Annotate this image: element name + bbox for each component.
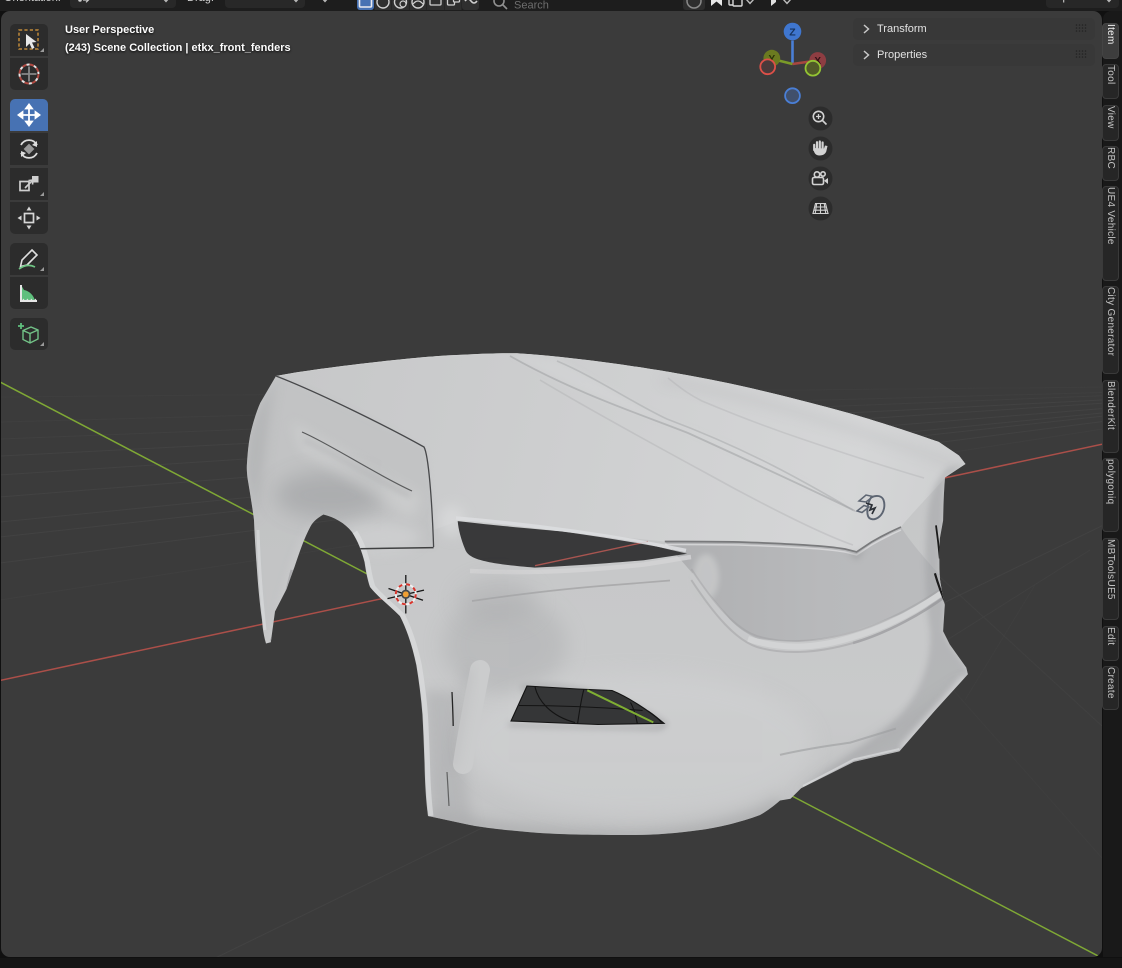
svg-text:Search: Search <box>514 0 549 11</box>
svg-text:Z: Z <box>789 26 796 38</box>
